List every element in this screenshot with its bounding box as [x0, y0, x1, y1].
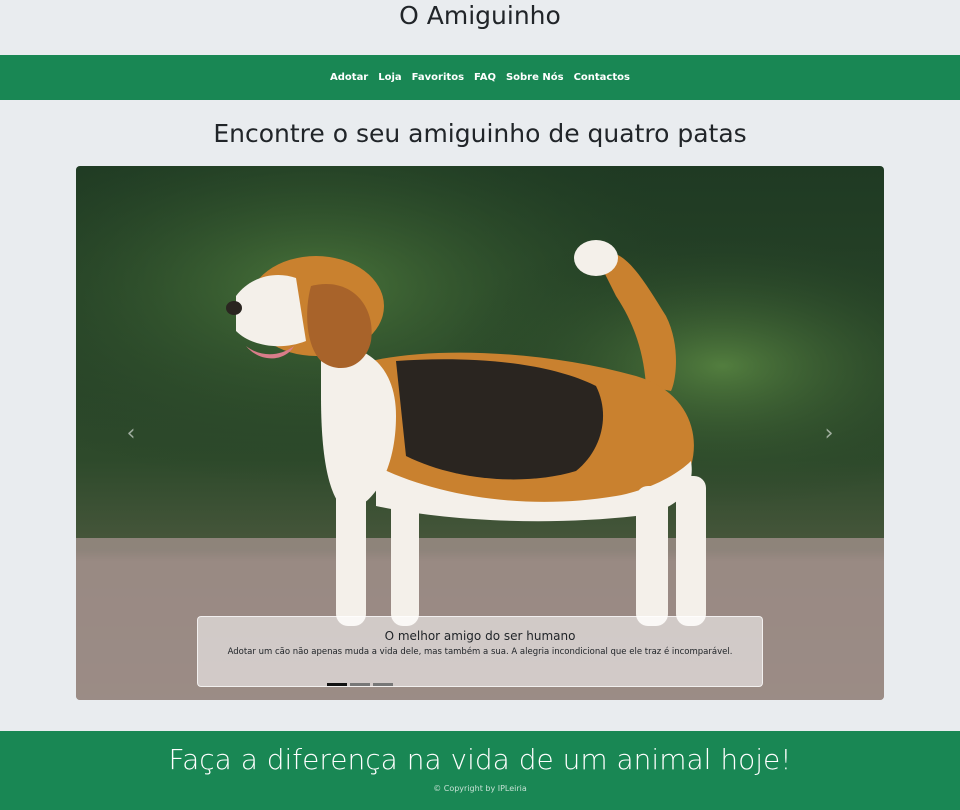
caption-text: Adotar um cão não apenas muda a vida del…	[227, 647, 733, 657]
nav-link-faq[interactable]: FAQ	[474, 72, 496, 83]
nav-link-contactos[interactable]: Contactos	[574, 72, 630, 83]
chevron-left-icon: ‹	[126, 420, 136, 446]
dog-carousel: ‹ › O melhor amigo do ser humano Adotar …	[76, 166, 884, 700]
footer-tagline: Faça a diferença na vida de um animal ho…	[168, 743, 792, 776]
nav-link-adotar[interactable]: Adotar	[330, 72, 368, 83]
carousel-prev-button[interactable]: ‹	[76, 166, 186, 700]
site-footer: Faça a diferença na vida de um animal ho…	[0, 731, 960, 810]
carousel-indicators	[327, 683, 393, 686]
site-title: O Amiguinho	[399, 1, 561, 30]
main-navbar: Adotar Loja Favoritos FAQ Sobre Nós Cont…	[0, 55, 960, 100]
site-header: O Amiguinho	[0, 0, 960, 55]
page-heading: Encontre o seu amiguinho de quatro patas	[213, 118, 747, 148]
carousel-indicator-1[interactable]	[327, 683, 347, 686]
carousel-caption: O melhor amigo do ser humano Adotar um c…	[197, 616, 763, 687]
carousel-indicator-3[interactable]	[373, 683, 393, 686]
carousel-indicator-2[interactable]	[350, 683, 370, 686]
carousel-next-button[interactable]: ›	[774, 166, 884, 700]
chevron-right-icon: ›	[824, 420, 834, 446]
nav-link-loja[interactable]: Loja	[378, 72, 401, 83]
nav-link-sobre-nos[interactable]: Sobre Nós	[506, 72, 564, 83]
footer-copyright: © Copyright by IPLeiria	[433, 784, 527, 793]
caption-title: O melhor amigo do ser humano	[384, 629, 576, 643]
nav-link-favoritos[interactable]: Favoritos	[412, 72, 464, 83]
